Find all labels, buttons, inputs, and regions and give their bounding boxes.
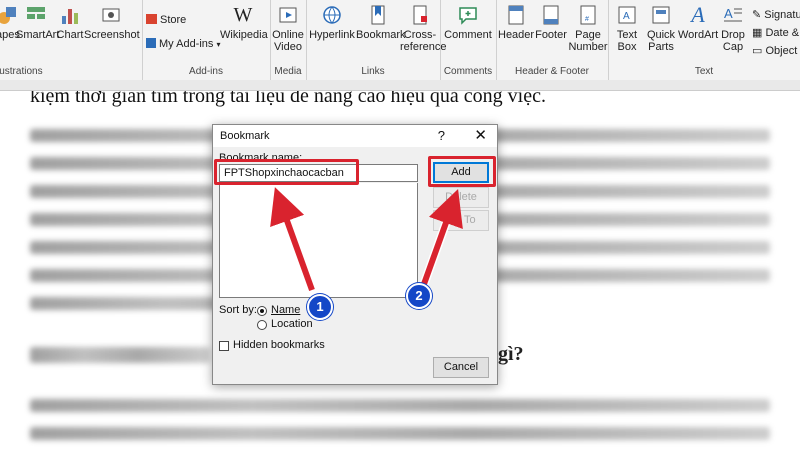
step-badge-2: 2	[406, 283, 432, 309]
arrow-1	[270, 187, 315, 292]
step-badge-1: 1	[307, 294, 333, 320]
arrow-2	[421, 189, 463, 286]
annotation-arrows	[270, 187, 463, 295]
